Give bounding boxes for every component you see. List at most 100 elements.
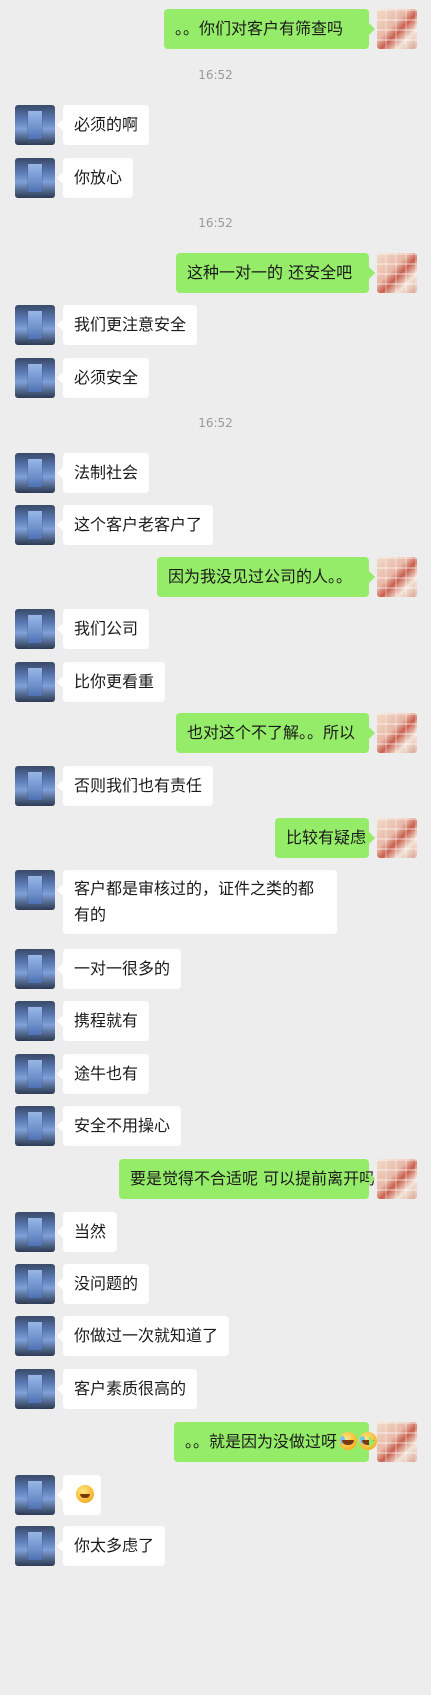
sent-message-bubble[interactable]: 。。你们对客户有筛查吗 (164, 9, 375, 49)
message-text: 也对这个不了解。。所以 (187, 723, 356, 742)
received-message-bubble[interactable]: 没问题的 (56, 1264, 150, 1304)
contact-avatar[interactable] (15, 1106, 55, 1146)
contact-avatar[interactable] (15, 1001, 55, 1041)
message-text: 你太多虑了 (74, 1536, 155, 1555)
sent-message-bubble[interactable]: 因为我没见过公司的人。。 (157, 557, 375, 597)
my-avatar[interactable] (377, 557, 417, 597)
message-text: 否则我们也有责任 (74, 776, 203, 795)
message-text: 没问题的 (74, 1274, 139, 1293)
my-avatar[interactable] (377, 253, 417, 293)
contact-avatar[interactable] (15, 1054, 55, 1094)
message-row-received: 你放心 (0, 154, 431, 202)
contact-avatar[interactable] (15, 358, 55, 398)
contact-avatar[interactable] (15, 662, 55, 702)
received-message-bubble[interactable]: 你做过一次就知道了 (56, 1316, 230, 1356)
received-message-bubble[interactable]: 我们更注意安全 (56, 305, 198, 345)
received-message-bubble[interactable]: 客户都是审核过的，证件之类的都有的 (57, 870, 337, 934)
received-message-bubble[interactable]: 必须安全 (56, 358, 150, 398)
message-text: 你放心 (74, 168, 123, 187)
message-row-received: 途牛也有 (0, 1050, 431, 1098)
message-row-received: 你太多虑了 (0, 1522, 431, 1570)
contact-avatar[interactable] (15, 453, 55, 493)
contact-avatar[interactable] (15, 1369, 55, 1409)
message-row-received: 携程就有 (0, 997, 431, 1045)
message-row-received (0, 1471, 431, 1519)
message-text: 我们公司 (74, 619, 139, 638)
received-message-bubble[interactable]: 安全不用操心 (56, 1106, 182, 1146)
received-message-bubble[interactable] (57, 1475, 101, 1515)
received-message-bubble[interactable]: 你放心 (56, 158, 134, 198)
message-text: 这个客户老客户了 (74, 515, 203, 534)
message-row-sent: 也对这个不了解。。所以 (0, 709, 431, 757)
message-text: 客户都是审核过的，证件之类的都有的 (74, 879, 315, 924)
message-text: 我们更注意安全 (74, 315, 187, 334)
received-message-bubble[interactable]: 我们公司 (56, 609, 150, 649)
received-message-bubble[interactable]: 携程就有 (56, 1001, 150, 1041)
received-message-bubble[interactable]: 当然 (56, 1212, 118, 1252)
message-text: 必须的啊 (74, 115, 139, 134)
chat-window: 。。你们对客户有筛查吗 16:52 必须的啊你放心 16:52 这种一对一的 还安全吧我… (0, 0, 431, 1695)
message-row-sent: 。。就是因为没做过呀 (0, 1418, 431, 1466)
received-message-bubble[interactable]: 比你更看重 (56, 662, 166, 702)
contact-avatar[interactable] (15, 1212, 55, 1252)
contact-avatar[interactable] (15, 1264, 55, 1304)
message-text: 。。就是因为没做过呀 (185, 1432, 338, 1451)
my-avatar[interactable] (377, 1159, 417, 1199)
contact-avatar[interactable] (15, 766, 55, 806)
message-text: 要是觉得不合适呢 可以提前离开吗 (130, 1169, 376, 1188)
contact-avatar[interactable] (15, 949, 55, 989)
sent-message-bubble[interactable]: 。。就是因为没做过呀 (174, 1422, 378, 1462)
sent-message-bubble[interactable]: 要是觉得不合适呢 可以提前离开吗 (119, 1159, 375, 1199)
contact-avatar[interactable] (15, 158, 55, 198)
contact-avatar[interactable] (15, 305, 55, 345)
contact-avatar[interactable] (15, 1526, 55, 1566)
received-message-bubble[interactable]: 途牛也有 (56, 1054, 150, 1094)
message-row-received: 你做过一次就知道了 (0, 1312, 431, 1360)
message-text: 法制社会 (74, 463, 139, 482)
message-row-sent: 。。你们对客户有筛查吗 (0, 5, 431, 53)
timestamp: 16:52 (198, 416, 233, 430)
message-text: 。。你们对客户有筛查吗 (175, 19, 344, 38)
contact-avatar[interactable] (15, 1475, 55, 1515)
message-row-received: 客户素质很高的 (0, 1365, 431, 1413)
message-text: 这种一对一的 还安全吧 (187, 263, 353, 282)
contact-avatar[interactable] (15, 870, 55, 910)
message-text: 比你更看重 (74, 672, 155, 691)
received-message-bubble[interactable]: 这个客户老客户了 (56, 505, 214, 545)
sent-message-bubble[interactable]: 也对这个不了解。。所以 (176, 713, 375, 753)
sent-message-bubble[interactable]: 这种一对一的 还安全吧 (176, 253, 375, 293)
message-text: 途牛也有 (74, 1064, 139, 1083)
timestamp: 16:52 (198, 68, 233, 82)
message-row-received: 法制社会 (0, 449, 431, 497)
timestamp: 16:52 (198, 216, 233, 230)
message-row-sent: 要是觉得不合适呢 可以提前离开吗 (0, 1155, 431, 1203)
received-message-bubble[interactable]: 一对一很多的 (56, 949, 182, 989)
message-text: 你做过一次就知道了 (74, 1326, 219, 1345)
my-avatar[interactable] (377, 818, 417, 858)
cry-laugh-icon (339, 1432, 358, 1450)
received-message-bubble[interactable]: 否则我们也有责任 (56, 766, 214, 806)
sent-message-bubble[interactable]: 比较有疑虑 (275, 818, 375, 858)
my-avatar[interactable] (377, 713, 417, 753)
message-row-received: 必须安全 (0, 354, 431, 402)
received-message-bubble[interactable]: 客户素质很高的 (56, 1369, 198, 1409)
message-text: 当然 (74, 1222, 107, 1241)
contact-avatar[interactable] (15, 1316, 55, 1356)
contact-avatar[interactable] (15, 505, 55, 545)
message-row-sent: 因为我没见过公司的人。。 (0, 553, 431, 601)
my-avatar[interactable] (377, 1422, 417, 1462)
message-text: 因为我没见过公司的人。。 (168, 567, 353, 586)
received-message-bubble[interactable]: 必须的啊 (56, 105, 150, 145)
cry-laugh-icon (359, 1432, 378, 1450)
received-message-bubble[interactable]: 法制社会 (56, 453, 150, 493)
message-row-received: 否则我们也有责任 (0, 762, 431, 810)
message-row-sent: 这种一对一的 还安全吧 (0, 249, 431, 297)
received-message-bubble[interactable]: 你太多虑了 (56, 1526, 166, 1566)
message-row-received: 安全不用操心 (0, 1102, 431, 1150)
message-row-received: 一对一很多的 (0, 945, 431, 993)
message-text: 必须安全 (74, 368, 139, 387)
contact-avatar[interactable] (15, 105, 55, 145)
contact-avatar[interactable] (15, 609, 55, 649)
message-row-received: 当然 (0, 1208, 431, 1256)
my-avatar[interactable] (377, 9, 417, 49)
